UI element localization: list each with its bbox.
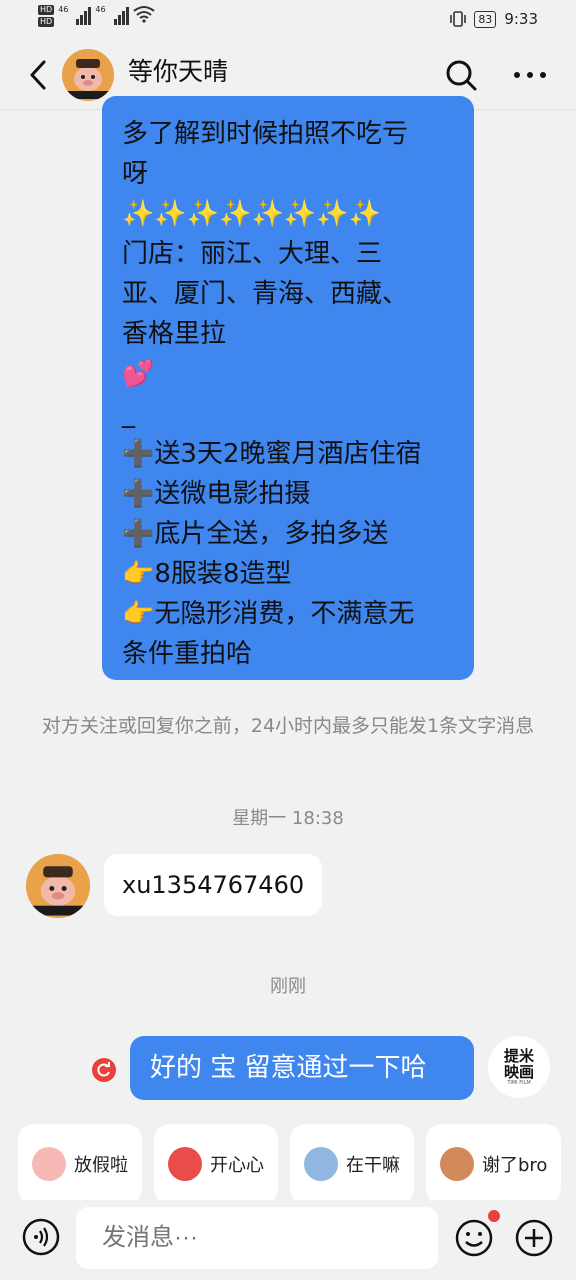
message-line: ✨✨✨✨✨✨✨✨ [122,199,381,229]
message-input[interactable] [76,1207,438,1269]
emoji-icon[interactable] [454,1218,494,1258]
message-line: 亚、厦门、青海、西藏、 [122,279,409,309]
monkey-sticker-icon [440,1147,474,1181]
quick-sticker-1[interactable]: 放假啦 [18,1124,142,1204]
pig-avatar-icon [26,854,90,918]
quick-sticker-3[interactable]: 在干嘛 [290,1124,414,1204]
message-line: 💕 [122,359,155,389]
system-notice: 对方关注或回复你之前，24小时内最多只能发1条文字消息 [41,715,535,737]
more-options-icon[interactable] [512,70,548,80]
message-line: ➕送微电影拍摄 [122,479,311,509]
signal-icon [76,5,92,25]
quick-sticker-4[interactable]: 谢了bro [426,1124,562,1204]
status-right: 83 9:33 [450,10,538,28]
network-type-2: 46 [95,5,106,14]
received-message[interactable]: xu1354767460 [104,854,322,916]
message-line: 呀 [122,159,149,189]
notification-dot [488,1210,500,1222]
message-line: 条件重拍哈 [122,639,253,669]
back-icon[interactable] [24,58,54,92]
vibrate-icon [450,11,467,27]
quick-sticker-2[interactable]: 开心心 [154,1124,278,1204]
avatar-logo-line2: 映画 [503,1063,534,1081]
message-line: 👉无隐形消费，不满意无 [122,599,415,629]
avatar-logo-small: TIMI FILM [507,1080,531,1086]
chat-title: 等你天晴 [128,57,229,86]
message-line: ➕底片全送，多拍多送 [122,519,389,549]
quick-sticker-bar: 放假啦 开心心 在干嘛 谢了bro [0,1124,576,1208]
my-avatar[interactable]: 提米 映画 TIMI FILM [488,1036,550,1098]
heart-sticker-icon [168,1147,202,1181]
signal-icon-2 [113,5,129,25]
quick-sticker-label: 开心心 [210,1155,264,1176]
message-line: 👉8服装8造型 [122,559,292,589]
timestamp: 刚刚 [270,976,306,997]
battery-level: 83 [474,10,497,28]
status-bar: HD HD 46 46 83 9:33 [0,0,576,40]
timestamp: 星期一 18:38 [232,808,344,829]
avatar-logo-line1: 提米 [503,1047,534,1065]
wifi-icon [132,6,155,23]
pig-avatar-icon [62,49,114,101]
voice-icon[interactable] [22,1218,60,1256]
message-line: 门店：丽江、大理、三 [122,239,383,269]
input-bar [0,1200,576,1280]
peer-avatar[interactable] [26,854,90,918]
hd-indicator-2: HD [38,17,55,27]
sent-message-long[interactable]: 多了解到时候拍照不吃亏呀 ✨✨✨✨✨✨✨✨ 门店：丽江、大理、三 亚、厦门、青海、西藏… [102,96,474,680]
message-line: _ [122,399,135,429]
status-left: HD HD 46 46 [38,5,155,27]
hd-indicator-1: HD [38,5,55,15]
quick-sticker-label: 谢了bro [482,1155,548,1176]
contact-avatar[interactable] [62,49,114,101]
message-line: ➕送3天2晚蜜月酒店住宿 [122,439,422,469]
resend-icon[interactable] [92,1058,116,1082]
hd-indicators: HD HD [38,5,55,27]
status-time: 9:33 [504,10,538,28]
network-type-1: 46 [58,5,69,14]
sent-message[interactable]: 好的 宝 留意通过一下哈 [130,1036,474,1100]
message-line: 香格里拉 [122,319,227,349]
pig-sticker-icon [32,1147,66,1181]
refresh-icon [97,1062,110,1077]
quick-sticker-label: 放假啦 [74,1155,128,1176]
message-line: 多了解到时候拍照不吃亏 [122,119,409,149]
plus-icon[interactable] [514,1218,554,1258]
dog-sticker-icon [304,1147,338,1181]
search-icon[interactable] [444,58,478,92]
quick-sticker-label: 在干嘛 [346,1155,400,1176]
